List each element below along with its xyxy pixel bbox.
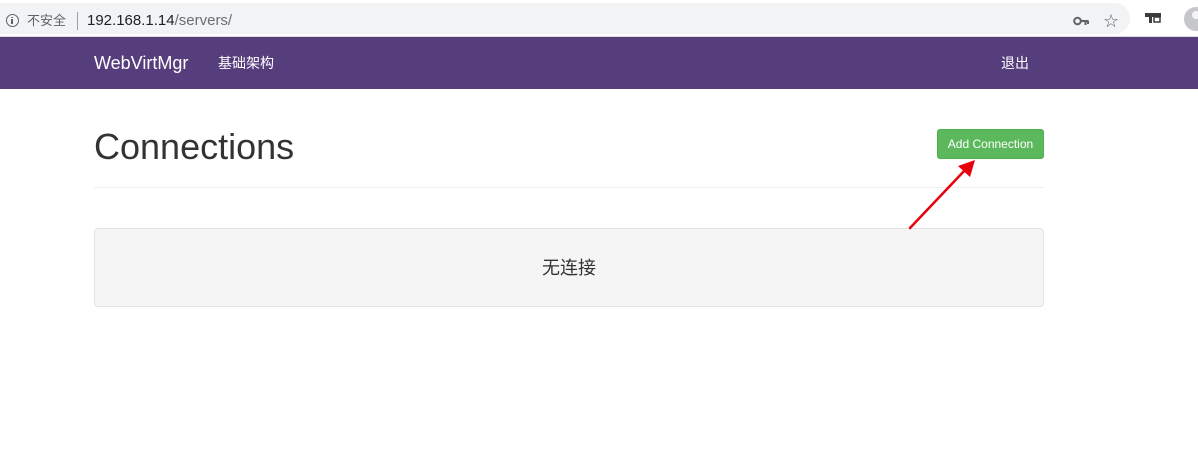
browser-address-bar: 不安全 192.168.1.14/servers/ ☆ (0, 0, 1198, 37)
annotation-arrow (908, 160, 975, 230)
omnibox[interactable]: 不安全 192.168.1.14/servers/ ☆ (0, 3, 1130, 34)
empty-connections-panel: 无连接 (94, 228, 1044, 307)
url-host: 192.168.1.14 (87, 12, 175, 29)
url-path: /servers/ (174, 12, 233, 29)
avatar-icon[interactable] (1184, 7, 1198, 31)
omnibox-separator (77, 12, 78, 30)
extension-icon[interactable] (1144, 11, 1162, 25)
info-icon[interactable] (6, 14, 19, 27)
nav-infrastructure[interactable]: 基础架构 (218, 54, 274, 72)
url-text[interactable]: 192.168.1.14/servers/ (87, 12, 232, 30)
nav-logout[interactable]: 退出 (1001, 54, 1029, 72)
key-icon[interactable] (1073, 14, 1089, 28)
star-icon[interactable]: ☆ (1103, 11, 1119, 31)
page-title: Connections (94, 126, 295, 167)
brand-link[interactable]: WebVirtMgr (94, 52, 188, 74)
top-navbar: WebVirtMgr 基础架构 退出 (0, 37, 1198, 89)
security-status[interactable]: 不安全 (27, 13, 66, 29)
empty-message: 无连接 (542, 258, 596, 278)
